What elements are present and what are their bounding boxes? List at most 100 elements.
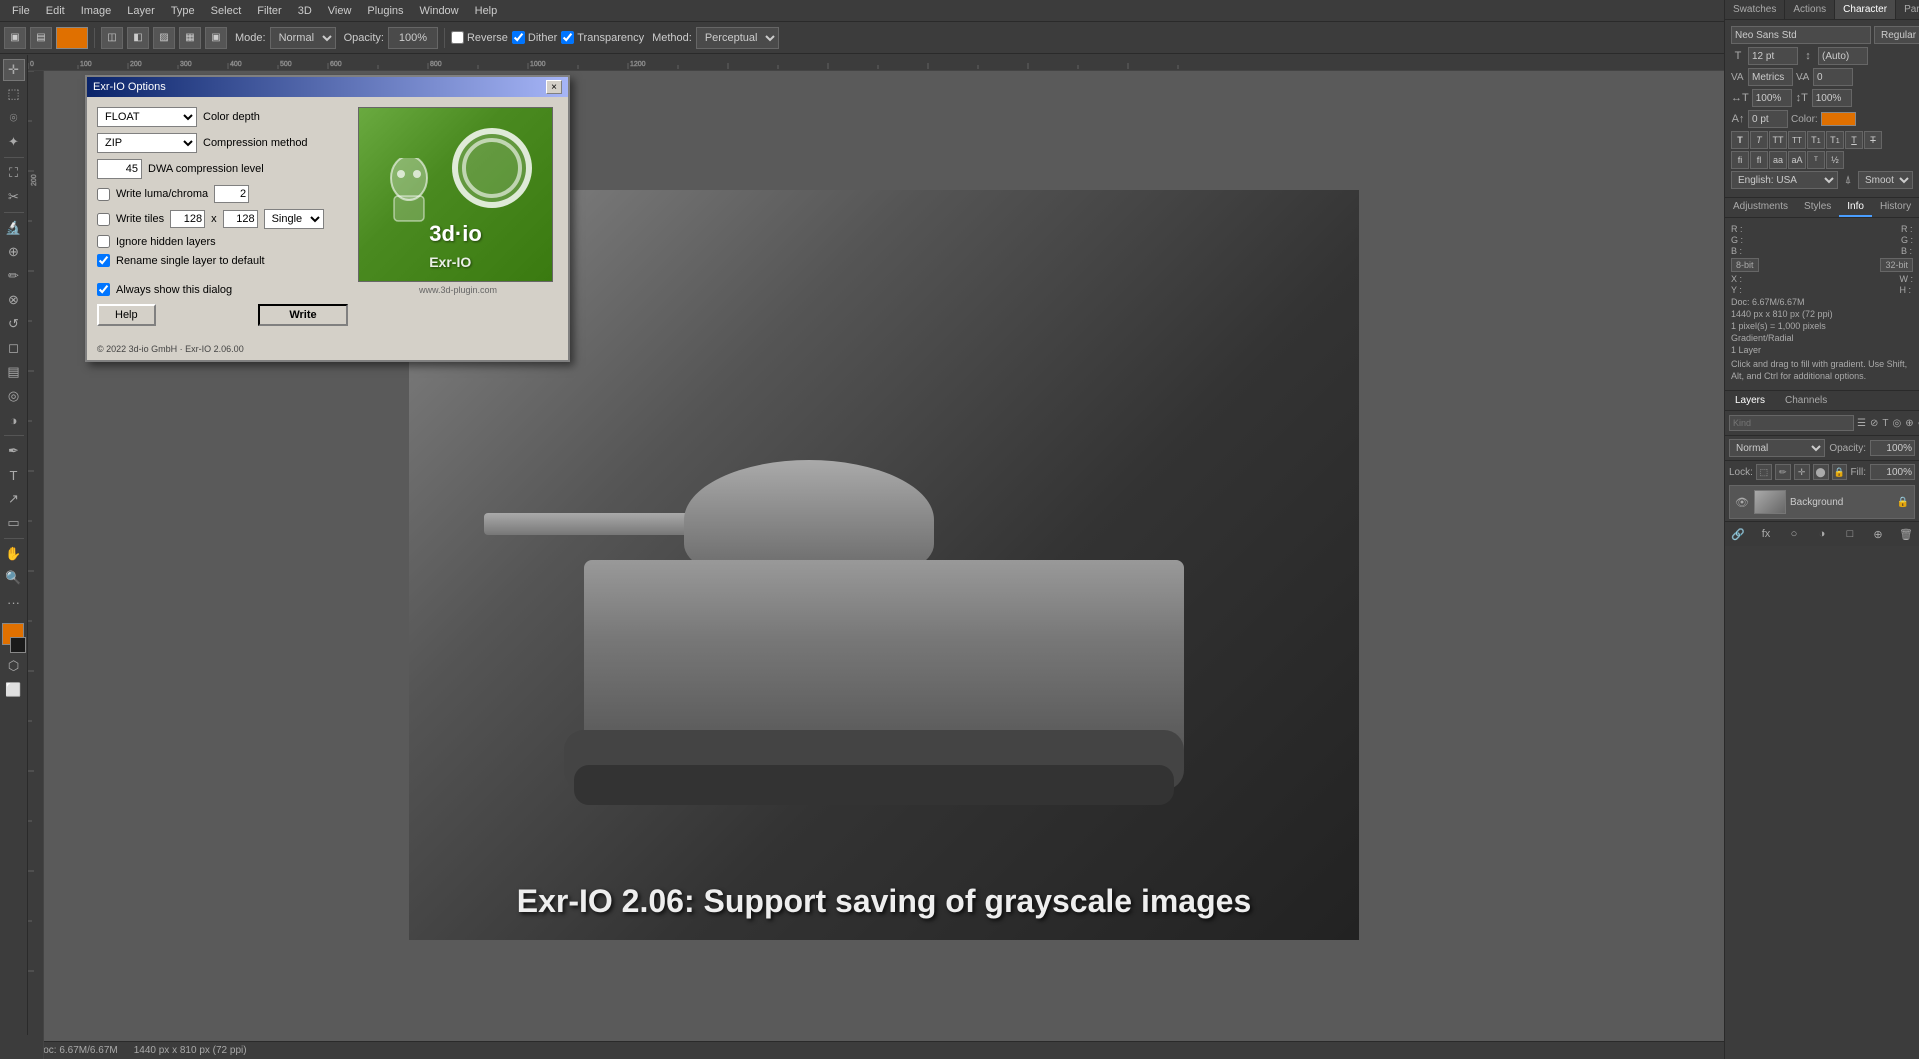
strikethrough-btn[interactable]: T [1864,131,1882,149]
layer-delete-btn[interactable]: 🗑 [1897,525,1915,543]
small-caps-btn[interactable]: TT [1788,131,1806,149]
layer-new-btn[interactable]: ⊕ [1869,525,1887,543]
tool-btn-1[interactable]: ▣ [4,27,26,49]
layer-group-btn[interactable]: □ [1841,525,1859,543]
layers-filter-btn2[interactable]: ⊘ [1869,414,1879,432]
exr-float-dropdown[interactable]: FLOAT [97,107,197,127]
more-fmt-btn[interactable]: aa [1769,151,1787,169]
layers-filter-btn4[interactable]: ◎ [1891,414,1902,432]
help-button[interactable]: Help [97,304,156,326]
pen-tool[interactable]: ✒ [3,440,25,462]
lock-move-btn[interactable]: ✛ [1794,464,1810,480]
layers-blend-mode[interactable]: Normal [1729,439,1825,457]
stamp-tool[interactable]: ⊗ [3,289,25,311]
healing-tool[interactable]: ⊕ [3,241,25,263]
path-tool[interactable]: ↗ [3,488,25,510]
tab-adjustments[interactable]: Adjustments [1725,198,1796,217]
menu-3d[interactable]: 3D [290,3,320,19]
screen-mode[interactable]: ⬜ [3,679,25,701]
tile-y-input[interactable] [223,210,258,228]
tool-btn-7[interactable]: ▣ [205,27,227,49]
lasso-tool[interactable]: ⌾ [3,107,25,129]
lock-artboard-btn[interactable]: ⬤ [1813,464,1829,480]
leading-input[interactable] [1818,47,1868,65]
layer-mask-btn[interactable]: ○ [1785,525,1803,543]
fill-input[interactable] [1870,464,1915,480]
menu-filter[interactable]: Filter [249,3,289,19]
menu-select[interactable]: Select [203,3,250,19]
menu-layer[interactable]: Layer [119,3,163,19]
tool-btn-6[interactable]: ▦ [179,27,201,49]
exr-close-button[interactable]: × [546,80,562,94]
luma-value-input[interactable] [214,185,249,203]
history-brush-tool[interactable]: ↺ [3,313,25,335]
tool-btn-2[interactable]: ▤ [30,27,52,49]
method-dropdown[interactable]: Perceptual [696,27,779,49]
menu-plugins[interactable]: Plugins [359,3,411,19]
font-size-input[interactable] [1748,47,1798,65]
layer-fx-btn[interactable]: fx [1757,525,1775,543]
language-dropdown[interactable]: English: USA [1731,171,1838,189]
transparency-checkbox[interactable] [561,31,574,44]
tool-btn-5[interactable]: ▨ [153,27,175,49]
always-show-checkbox[interactable] [97,283,110,296]
kerning-input[interactable] [1813,68,1853,86]
tab-paragraph[interactable]: Paragraph [1896,0,1919,19]
tool-btn-4[interactable]: ◧ [127,27,149,49]
more-fmt-btn4[interactable]: ½ [1826,151,1844,169]
layers-search-input[interactable] [1729,415,1854,431]
layer-visibility-eye[interactable]: 👁 [1734,494,1750,510]
tab-styles[interactable]: Styles [1796,198,1839,217]
write-tiles-checkbox[interactable] [97,213,110,226]
subscript-btn[interactable]: T1 [1826,131,1844,149]
font-style-dropdown[interactable]: Regular [1874,26,1919,44]
more-fmt-btn2[interactable]: aA [1788,151,1806,169]
lock-transparency-btn[interactable]: ⬚ [1756,464,1772,480]
menu-image[interactable]: Image [73,3,120,19]
italic-btn[interactable]: T [1750,131,1768,149]
hand-tool[interactable]: ✋ [3,543,25,565]
background-color[interactable] [10,637,26,653]
layer-link-btn[interactable]: 🔗 [1729,525,1747,543]
shape-tool[interactable]: ▭ [3,512,25,534]
lock-all-btn[interactable]: 🔒 [1832,464,1848,480]
layers-filter-btn3[interactable]: T [1881,414,1889,432]
tool-btn-3[interactable]: ◫ [101,27,123,49]
tile-mode-dropdown[interactable]: Single [264,209,324,229]
tab-history[interactable]: History [1872,198,1919,217]
rename-layer-checkbox[interactable] [97,254,110,267]
slice-tool[interactable]: ✂ [3,186,25,208]
write-button[interactable]: Write [258,304,348,326]
dither-checkbox[interactable] [512,31,525,44]
layers-opacity-input[interactable] [1870,440,1915,456]
superscript-btn[interactable]: T1 [1807,131,1825,149]
gradient-tool[interactable]: ▤ [3,361,25,383]
all-caps-btn[interactable]: TT [1769,131,1787,149]
move-tool[interactable]: ✛ [3,59,25,81]
layers-filter-btn5[interactable]: ⊕ [1904,414,1914,432]
reverse-checkbox[interactable] [451,31,464,44]
menu-edit[interactable]: Edit [38,3,73,19]
color-swatch[interactable] [56,27,88,49]
opentype-btn[interactable]: fi [1731,151,1749,169]
lock-paint-btn[interactable]: ✏ [1775,464,1791,480]
ignore-hidden-checkbox[interactable] [97,235,110,248]
tab-channels[interactable]: Channels [1775,391,1837,410]
tab-layers[interactable]: Layers [1725,391,1775,410]
eyedropper-tool[interactable]: 🔬 [3,217,25,239]
smooth-dropdown[interactable]: Smooth [1858,171,1913,189]
scale-v-input[interactable] [1812,89,1852,107]
menu-help[interactable]: Help [467,3,506,19]
more-tools[interactable]: ··· [3,591,25,613]
magic-wand-tool[interactable]: ✦ [3,131,25,153]
opacity-input[interactable] [388,27,438,49]
tracking-input[interactable] [1748,68,1793,86]
scale-h-input[interactable] [1752,89,1792,107]
ligatures-btn[interactable]: fl [1750,151,1768,169]
brush-tool[interactable]: ✏ [3,265,25,287]
tab-swatches[interactable]: Swatches [1725,0,1785,19]
baseline-input[interactable] [1748,110,1788,128]
exr-dwa-input[interactable] [97,159,142,179]
layer-adjustment-btn[interactable]: ◑ [1813,525,1831,543]
zoom-tool[interactable]: 🔍 [3,567,25,589]
